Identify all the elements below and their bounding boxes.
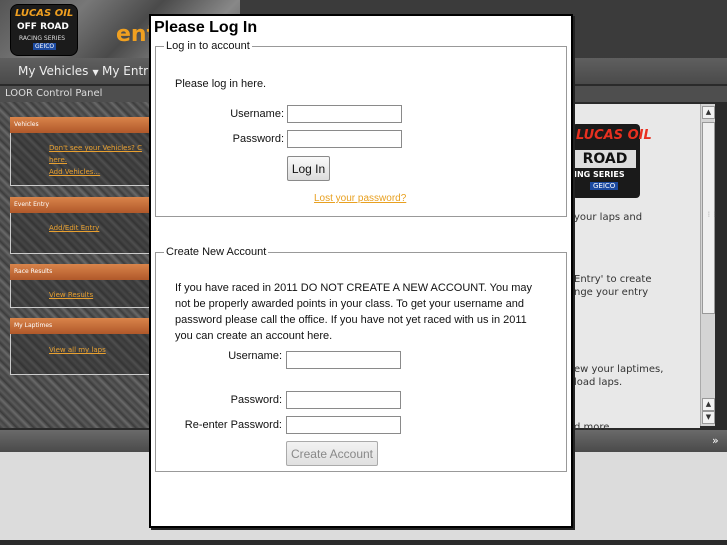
chevron-down-icon: ▼ [92, 68, 99, 77]
race-series-logo: LUCAS OIL ROAD ING SERIES GEICO [572, 124, 652, 198]
add-vehicles-link[interactable]: Add Vehicles... [49, 168, 100, 176]
race-results-box-header: Race Results [10, 264, 152, 280]
race-logo-line1: LUCAS OIL [576, 128, 652, 143]
login-password-label: Password: [232, 133, 284, 145]
login-dialog: Please Log In Log in to account Please l… [149, 14, 573, 528]
nav-my-vehicles-label: My Vehicles [18, 64, 89, 78]
double-chevron-down-icon[interactable]: » [712, 434, 719, 447]
race-logo-line2: ROAD [574, 150, 636, 168]
series-logo[interactable]: LUCAS OIL OFF ROAD RACING SERIES GEICO [10, 4, 78, 56]
scroll-thumb[interactable]: ⋮⋮ [702, 122, 718, 314]
my-laptimes-box-header: My Laptimes [10, 318, 152, 334]
vehicles-box [10, 133, 153, 186]
create-password-label: Password: [230, 394, 282, 406]
event-entry-box-title: Event Entry [14, 201, 50, 208]
login-username-label: Username: [230, 108, 284, 120]
event-entry-box-header: Event Entry [10, 197, 152, 213]
nav-my-vehicles[interactable]: My Vehicles ▼ [18, 64, 99, 78]
grip-icon: ⋮⋮ [706, 211, 718, 218]
dont-see-vehicles-link[interactable]: Don't see your Vehicles? C [49, 144, 142, 152]
scroll-down-icon[interactable]: ▼ [702, 411, 715, 424]
login-fieldset: Log in to account Please log in here. Us… [155, 40, 567, 217]
logo-line3: RACING SERIES [19, 35, 66, 42]
lost-password-link[interactable]: Lost your password? [314, 193, 406, 204]
login-legend: Log in to account [166, 40, 250, 52]
login-username-input[interactable] [287, 105, 402, 123]
create-account-legend: Create New Account [166, 246, 267, 258]
scroll-up-icon[interactable]: ▲ [702, 106, 715, 119]
create-username-input[interactable] [286, 351, 401, 369]
dialog-title: Please Log In [154, 19, 258, 36]
my-laptimes-box [10, 334, 153, 375]
right-text-entry-a: Entry' to create [574, 274, 652, 285]
race-results-box-title: Race Results [14, 268, 53, 275]
create-account-notice: If you have raced in 2011 DO NOT CREATE … [175, 282, 533, 342]
right-text-laptimes-b: load laps. [574, 377, 623, 388]
add-edit-entry-link[interactable]: Add/Edit Entry [49, 224, 99, 232]
create-username-label: Username: [228, 350, 282, 362]
logo-line2: OFF ROAD [17, 22, 69, 32]
my-laptimes-box-title: My Laptimes [14, 322, 53, 329]
vehicles-box-title: Vehicles [14, 121, 39, 128]
view-all-laps-link[interactable]: View all my laps [49, 346, 106, 354]
right-text-entry-b: nge your entry [574, 287, 649, 298]
create-reenter-input[interactable] [286, 416, 401, 434]
race-logo-line3: ING SERIES [574, 170, 625, 179]
view-results-link[interactable]: View Results [49, 291, 93, 299]
create-account-fieldset: Create New Account If you have raced in … [155, 246, 567, 472]
control-panel-title: LOOR Control Panel [5, 88, 103, 99]
vehicles-box-header: Vehicles [10, 117, 152, 133]
logo-line1: LUCAS OIL [15, 8, 74, 19]
logo-line4: GEICO [33, 43, 57, 50]
create-password-input[interactable] [286, 391, 401, 409]
here-link[interactable]: here. [49, 156, 67, 164]
login-button[interactable]: Log In [287, 156, 330, 181]
right-text-laps: your laps and [574, 212, 643, 223]
content-scrollbar[interactable]: ▲ ⋮⋮ ▲ ▼ [700, 104, 718, 426]
create-reenter-label: Re-enter Password: [184, 419, 282, 431]
login-intro: Please log in here. [175, 78, 267, 90]
race-logo-line4: GEICO [590, 182, 619, 190]
scroll-up-icon-lower[interactable]: ▲ [702, 398, 715, 411]
footer-edge [0, 540, 727, 545]
login-password-input[interactable] [287, 130, 402, 148]
event-entry-box [10, 213, 153, 254]
right-text-laptimes-a: ew your laptimes, [574, 364, 664, 375]
create-account-button[interactable]: Create Account [286, 441, 378, 466]
